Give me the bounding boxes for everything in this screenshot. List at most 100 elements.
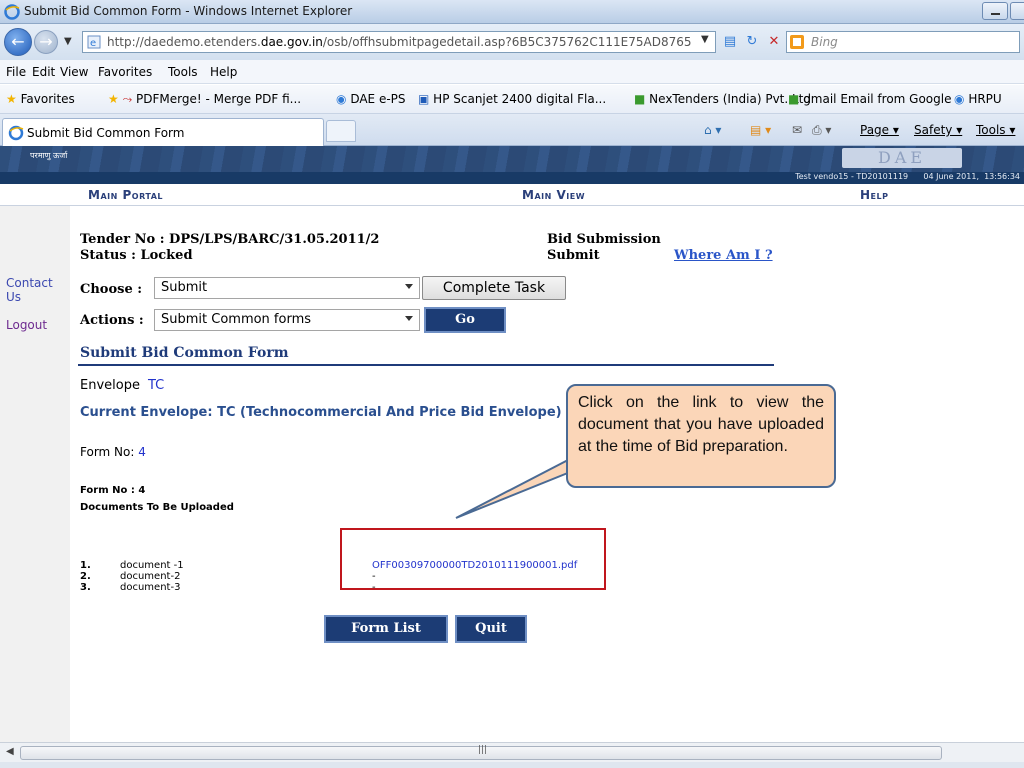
fav-item-pdfmerge[interactable]: ★ ⤳ PDFMerge! - Merge PDF fi...: [108, 92, 301, 107]
doc-name: document-3: [120, 582, 181, 593]
menu-edit[interactable]: Edit: [32, 65, 55, 79]
chevron-down-icon: [405, 284, 413, 289]
user-info-strip: Test vendo15 - TD20101119 04 June 2011, …: [0, 172, 1024, 184]
contact-us-link[interactable]: Contact Us: [6, 276, 66, 304]
fav-item-dae-eps[interactable]: ◉ DAE e-PS: [336, 92, 406, 106]
quit-button[interactable]: Quit: [455, 615, 527, 643]
actions-label: Actions :: [80, 313, 144, 328]
add-favorite-icon: ★: [108, 92, 119, 106]
form-list-button[interactable]: Form List: [324, 615, 448, 643]
form-number-small: Form No : 4: [80, 485, 146, 496]
highlight-box: [340, 528, 606, 590]
menu-help[interactable]: Help: [210, 65, 237, 79]
nextenders-icon: ■: [634, 92, 646, 106]
callout-text: Click on the link to view the document t…: [578, 394, 824, 455]
documents-heading: Documents To Be Uploaded: [80, 502, 234, 513]
horizontal-scrollbar[interactable]: ◀ |||: [0, 742, 1024, 762]
gmail-icon: ■: [788, 92, 800, 106]
scroll-left-icon[interactable]: ◀: [6, 746, 14, 757]
search-box[interactable]: Bing: [786, 31, 1020, 53]
section-title: Submit Bid Common Form: [80, 345, 289, 361]
forward-button[interactable]: →: [34, 30, 58, 54]
doc-number: 3.: [80, 582, 91, 593]
nav-main-portal[interactable]: Main Portal: [88, 188, 163, 202]
internet-explorer-icon: [8, 125, 24, 141]
instruction-callout: Click on the link to view the document t…: [566, 384, 836, 488]
compatibility-view-icon[interactable]: ▤: [720, 32, 740, 52]
fav-item-hp-scanjet[interactable]: ▣ HP Scanjet 2400 digital Fla...: [418, 92, 606, 106]
bid-submission-label: Bid Submission: [547, 232, 661, 247]
dae-logo: DAE: [842, 148, 962, 168]
go-button[interactable]: Go: [424, 307, 506, 333]
hindi-header-text: परमाणु ऊर्जा: [30, 151, 68, 160]
fav-item-gmail[interactable]: ■ gmail Email from Google: [788, 92, 951, 106]
tender-number: Tender No : DPS/LPS/BARC/31.05.2011/2: [80, 232, 380, 247]
logout-link[interactable]: Logout: [6, 318, 47, 332]
minimize-button[interactable]: [982, 2, 1008, 20]
menu-file[interactable]: File: [6, 65, 26, 79]
menu-view[interactable]: View: [60, 65, 88, 79]
tab-submit-bid-common-form[interactable]: Submit Bid Common Form: [2, 118, 324, 146]
submit-stage-label: Submit: [547, 248, 600, 263]
mail-icon[interactable]: ✉: [792, 123, 802, 137]
ie-page-icon: ◉: [954, 92, 965, 106]
tab-title: Submit Bid Common Form: [27, 126, 185, 140]
envelope-label: Envelope: [80, 378, 140, 393]
chevron-down-icon: [405, 316, 413, 321]
pdf-icon: ⤳: [122, 92, 133, 106]
envelope-value: TC: [148, 378, 165, 393]
feeds-icon[interactable]: ▤ ▾: [750, 123, 771, 137]
fav-item-nextenders[interactable]: ■ NexTenders (India) Pvt. Ltd: [634, 92, 811, 106]
portal-nav: Main Portal Main View Help: [0, 184, 1024, 206]
address-bar[interactable]: e http://daedemo.etenders.dae.gov.in/osb…: [82, 31, 716, 53]
star-icon: ★: [6, 92, 17, 106]
complete-task-button[interactable]: Complete Task: [422, 276, 566, 300]
svg-text:e: e: [90, 38, 96, 49]
hp-icon: ▣: [418, 92, 430, 106]
navigation-bar: ← → ▼ e http://daedemo.etenders.dae.gov.…: [0, 24, 1024, 60]
address-dropdown-icon[interactable]: ▼: [701, 34, 709, 45]
ie-page-icon: ◉: [336, 92, 347, 106]
tab-row: Submit Bid Common Form ⌂ ▾ ▤ ▾ ✉ ⎙ ▾ Pag…: [0, 114, 1024, 146]
doc-number: 1.: [80, 560, 91, 571]
window-title-bar: Submit Bid Common Form - Windows Interne…: [0, 0, 1024, 24]
current-envelope-text: Current Envelope: TC (Technocommercial A…: [80, 405, 562, 420]
choose-select[interactable]: Submit: [154, 277, 420, 299]
home-icon[interactable]: ⌂ ▾: [704, 123, 721, 137]
actions-select[interactable]: Submit Common forms: [154, 309, 420, 331]
internet-explorer-icon: [4, 4, 20, 20]
choose-label: Choose :: [80, 282, 143, 297]
new-tab-button[interactable]: [326, 120, 356, 142]
refresh-icon[interactable]: ↻: [742, 32, 762, 52]
window-title: Submit Bid Common Form - Windows Interne…: [24, 4, 353, 18]
section-divider: [78, 364, 774, 366]
page-icon: e: [87, 35, 101, 49]
favorites-button[interactable]: ★ Favorites: [6, 92, 75, 106]
menu-favorites[interactable]: Favorites: [98, 65, 152, 79]
history-dropdown-icon[interactable]: ▼: [64, 36, 72, 47]
search-placeholder: Bing: [811, 35, 838, 49]
page-menu[interactable]: Page ▾: [860, 123, 899, 137]
doc-name: document-2: [120, 571, 181, 582]
user-session-info: Test vendo15 - TD20101119 04 June 2011, …: [795, 172, 1020, 181]
scroll-grip-icon: |||: [478, 745, 488, 755]
where-am-i-link[interactable]: Where Am I ?: [674, 248, 773, 263]
fav-item-hrpu[interactable]: ◉ HRPU: [954, 92, 1002, 106]
url-text[interactable]: http://daedemo.etenders.dae.gov.in/osb/o…: [107, 35, 692, 49]
favorites-bar: ★ Favorites ★ ⤳ PDFMerge! - Merge PDF fi…: [0, 85, 1024, 114]
safety-menu[interactable]: Safety ▾: [914, 123, 962, 137]
tools-menu[interactable]: Tools ▾: [976, 123, 1015, 137]
stop-icon[interactable]: ✕: [764, 32, 784, 52]
doc-number: 2.: [80, 571, 91, 582]
doc-name: document -1: [120, 560, 184, 571]
back-button[interactable]: ←: [4, 28, 32, 56]
nav-help[interactable]: Help: [860, 188, 888, 202]
form-number: Form No: 4: [80, 445, 146, 459]
menu-bar: File Edit View Favorites Tools Help: [0, 60, 1024, 84]
nav-main-view[interactable]: Main View: [522, 188, 585, 202]
print-icon[interactable]: ⎙ ▾: [812, 123, 831, 138]
restore-button[interactable]: [1010, 2, 1024, 20]
menu-tools[interactable]: Tools: [168, 65, 198, 79]
status-bar: [0, 762, 1024, 768]
tender-status: Status : Locked: [80, 248, 193, 263]
